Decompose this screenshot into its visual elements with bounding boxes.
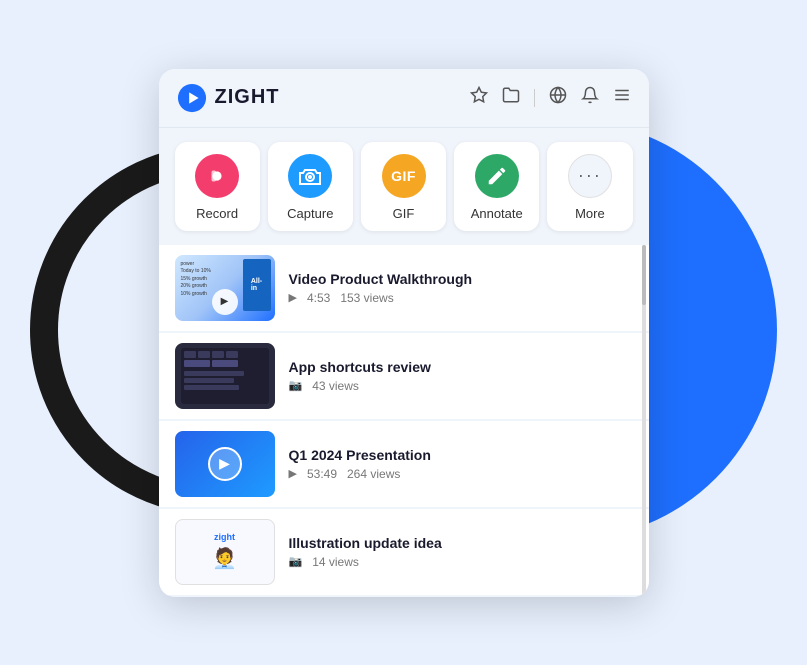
- annotate-icon: [475, 154, 519, 198]
- thumbnail-3: ▶: [175, 431, 275, 497]
- logo-icon: [177, 83, 207, 113]
- video-icon-3: ▶: [289, 467, 297, 480]
- scrollbar-track: [642, 245, 646, 597]
- star-icon-item[interactable]: [591, 366, 607, 386]
- item-meta-1: ▶ 4:53 153 views: [289, 291, 633, 305]
- screenshot-icon-4: 📷: [289, 555, 303, 568]
- app-window: ZIGHT Record: [159, 69, 649, 597]
- item-meta-2: 📷 43 views: [289, 379, 551, 393]
- record-icon: [195, 154, 239, 198]
- item-duration-3: 53:49: [307, 467, 337, 481]
- media-list: powerToday to 10%15% growth20% growth10%…: [159, 245, 649, 597]
- star-icon[interactable]: [470, 86, 488, 109]
- list-item[interactable]: powerToday to 10%15% growth20% growth10%…: [159, 245, 649, 331]
- capture-label: Capture: [287, 206, 333, 221]
- header-icons: [470, 86, 631, 109]
- item-title-2: App shortcuts review: [289, 359, 551, 375]
- item-title-3: Q1 2024 Presentation: [289, 447, 633, 463]
- annotate-button[interactable]: Annotate: [454, 142, 539, 231]
- item-views-3: 264 views: [347, 467, 400, 481]
- list-container: powerToday to 10%15% growth20% growth10%…: [159, 245, 649, 597]
- item-title-1: Video Product Walkthrough: [289, 271, 633, 287]
- item-meta-4: 📷 14 views: [289, 555, 633, 569]
- item-content-4: Illustration update idea 📷 14 views: [289, 535, 633, 569]
- gif-label: GIF: [393, 206, 415, 221]
- item-views-2: 43 views: [312, 379, 359, 393]
- logo-area: ZIGHT: [177, 83, 470, 113]
- record-label: Record: [196, 206, 238, 221]
- menu-icon[interactable]: [613, 86, 631, 109]
- screenshot-icon-2: 📷: [289, 379, 303, 392]
- record-button[interactable]: Record: [175, 142, 260, 231]
- item-content-1: Video Product Walkthrough ▶ 4:53 153 vie…: [289, 271, 633, 305]
- capture-icon: [288, 154, 332, 198]
- more-label: More: [575, 206, 605, 221]
- thumbnail-4: zight 🧑‍💼: [175, 519, 275, 585]
- gif-icon: GIF: [382, 154, 426, 198]
- list-item[interactable]: App shortcuts review 📷 43 views: [159, 333, 649, 419]
- list-item[interactable]: zight 🧑‍💼 Illustration update idea 📷 14 …: [159, 509, 649, 595]
- thumbnail-1: powerToday to 10%15% growth20% growth10%…: [175, 255, 275, 321]
- gif-button[interactable]: GIF GIF: [361, 142, 446, 231]
- item-views-1: 153 views: [340, 291, 393, 305]
- item-views-4: 14 views: [312, 555, 359, 569]
- annotate-label: Annotate: [471, 206, 523, 221]
- list-item[interactable]: ▶ Q1 2024 Presentation ▶ 53:49 264 views: [159, 421, 649, 507]
- item-duration-1: 4:53: [307, 291, 330, 305]
- capture-button[interactable]: Capture: [268, 142, 353, 231]
- bell-icon[interactable]: [581, 86, 599, 109]
- thumbnail-2: [175, 343, 275, 409]
- item-content-3: Q1 2024 Presentation ▶ 53:49 264 views: [289, 447, 633, 481]
- item-content-2: App shortcuts review 📷 43 views: [289, 359, 551, 393]
- video-icon-1: ▶: [289, 291, 297, 304]
- scrollbar-thumb[interactable]: [642, 245, 646, 305]
- item-meta-3: ▶ 53:49 264 views: [289, 467, 633, 481]
- globe-icon[interactable]: [549, 86, 567, 109]
- app-header: ZIGHT: [159, 69, 649, 128]
- more-button[interactable]: ··· More: [547, 142, 632, 231]
- folder-icon[interactable]: [502, 86, 520, 109]
- logo-text: ZIGHT: [215, 86, 280, 109]
- more-icon-item[interactable]: [617, 366, 633, 386]
- more-icon: ···: [568, 154, 612, 198]
- toolbar: Record Capture GIF GIF Annotate ··· More: [159, 128, 649, 245]
- header-divider: [534, 89, 535, 107]
- play-button-1: ▶: [212, 289, 238, 315]
- link-icon[interactable]: [565, 366, 581, 386]
- item-title-4: Illustration update idea: [289, 535, 633, 551]
